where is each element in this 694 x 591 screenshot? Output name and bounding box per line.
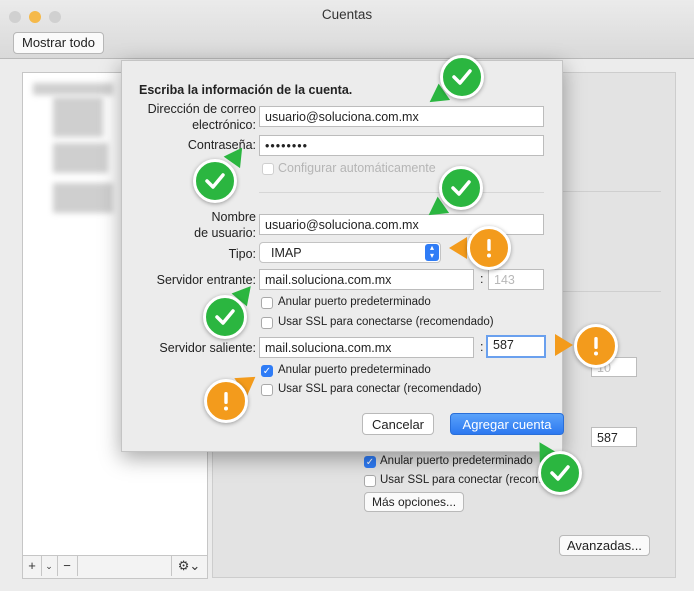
outgoing-port-colon: : [480, 340, 484, 354]
sheet-heading: Escriba la información de la cuenta. [139, 83, 353, 97]
incoming-use-ssl-checkbox[interactable] [261, 317, 273, 329]
ok-badge-email [440, 55, 484, 99]
check-icon [452, 69, 472, 85]
type-select[interactable]: IMAP ▴ ▾ [259, 242, 441, 263]
show-all-button[interactable]: Mostrar todo [13, 32, 104, 54]
divider [553, 191, 661, 192]
ok-badge-add-account [538, 451, 582, 495]
outgoing-override-port-checkbox[interactable]: ✓ [261, 365, 273, 377]
add-account-button[interactable]: + [23, 556, 42, 576]
bg-use-ssl-checkbox[interactable] [364, 475, 376, 487]
advanced-button[interactable]: Avanzadas... [559, 535, 650, 556]
window-titlebar: Cuentas Mostrar todo [0, 0, 694, 59]
username-label-line2: de usuario: [194, 226, 256, 240]
check-icon [215, 309, 235, 325]
auto-config-checkbox[interactable] [262, 163, 274, 175]
outgoing-port-field[interactable]: 587 [486, 335, 546, 358]
bg-override-port-label: Anular puerto predeterminado [380, 455, 533, 467]
section-divider [259, 192, 544, 193]
divider [553, 291, 661, 292]
add-account-submit-button[interactable]: Agregar cuenta [450, 413, 564, 435]
check-icon [451, 180, 471, 196]
email-field[interactable]: usuario@soluciona.com.mx [259, 106, 544, 127]
blurred-account [53, 97, 103, 137]
cancel-button[interactable]: Cancelar [362, 413, 434, 435]
warning-badge-override [204, 379, 248, 423]
account-list-toolbar: + ⌄ − ⚙⌄ [22, 555, 208, 579]
more-options-button[interactable]: Más opciones... [364, 492, 465, 512]
check-icon [205, 173, 225, 189]
email-label: Dirección de correo electrónico: [148, 101, 256, 133]
incoming-port-field[interactable]: 143 [488, 269, 544, 290]
outgoing-use-ssl-label: Usar SSL para conectar (recomendado) [278, 383, 482, 395]
window-title: Cuentas [321, 7, 373, 22]
exclamation-icon [487, 239, 491, 258]
warning-badge-port [574, 324, 618, 368]
badge-pointer [449, 237, 467, 259]
remove-account-button[interactable]: − [57, 556, 78, 576]
outgoing-use-ssl-checkbox[interactable] [261, 384, 273, 396]
username-label-line1: Nombre [211, 210, 256, 224]
ok-badge-incoming [203, 295, 247, 339]
email-label-line2: electrónico: [192, 118, 256, 132]
bg-override-port-checkbox[interactable]: ✓ [364, 456, 376, 468]
type-label: Tipo: [228, 247, 256, 261]
incoming-override-port-checkbox[interactable] [261, 297, 273, 309]
type-select-value: IMAP [271, 246, 302, 260]
incoming-port-colon: : [480, 272, 484, 286]
incoming-override-port-label: Anular puerto predeterminado [278, 296, 431, 308]
warning-badge-type [467, 226, 511, 270]
blurred-account [53, 143, 108, 173]
blurred-account [53, 183, 113, 213]
username-label: Nombre de usuario: [194, 209, 256, 241]
incoming-server-field[interactable]: mail.soluciona.com.mx [259, 269, 474, 290]
exclamation-icon [224, 392, 228, 411]
select-arrows-icon: ▴ ▾ [425, 244, 439, 261]
bg-outgoing-port-field[interactable]: 587 [591, 427, 637, 447]
exclamation-icon [594, 337, 598, 356]
add-menu-chevron-icon[interactable]: ⌄ [41, 556, 58, 576]
blurred-account [33, 83, 113, 95]
auto-config-label: Configurar automáticamente [278, 161, 436, 175]
incoming-use-ssl-label: Usar SSL para conectarse (recomendado) [278, 316, 494, 328]
email-label-line1: Dirección de correo [147, 102, 256, 116]
gear-icon[interactable]: ⚙⌄ [171, 556, 206, 576]
check-icon [550, 465, 570, 481]
ok-badge-password [193, 159, 237, 203]
outgoing-override-port-label: Anular puerto predeterminado [278, 364, 431, 376]
outgoing-server-label: Servidor saliente: [159, 341, 256, 355]
badge-pointer [555, 334, 573, 356]
outgoing-server-field[interactable]: mail.soluciona.com.mx [259, 337, 474, 358]
bg-use-ssl-label: Usar SSL para conectar (recom [380, 474, 542, 486]
ok-badge-username [439, 166, 483, 210]
password-field[interactable]: •••••••• [259, 135, 544, 156]
